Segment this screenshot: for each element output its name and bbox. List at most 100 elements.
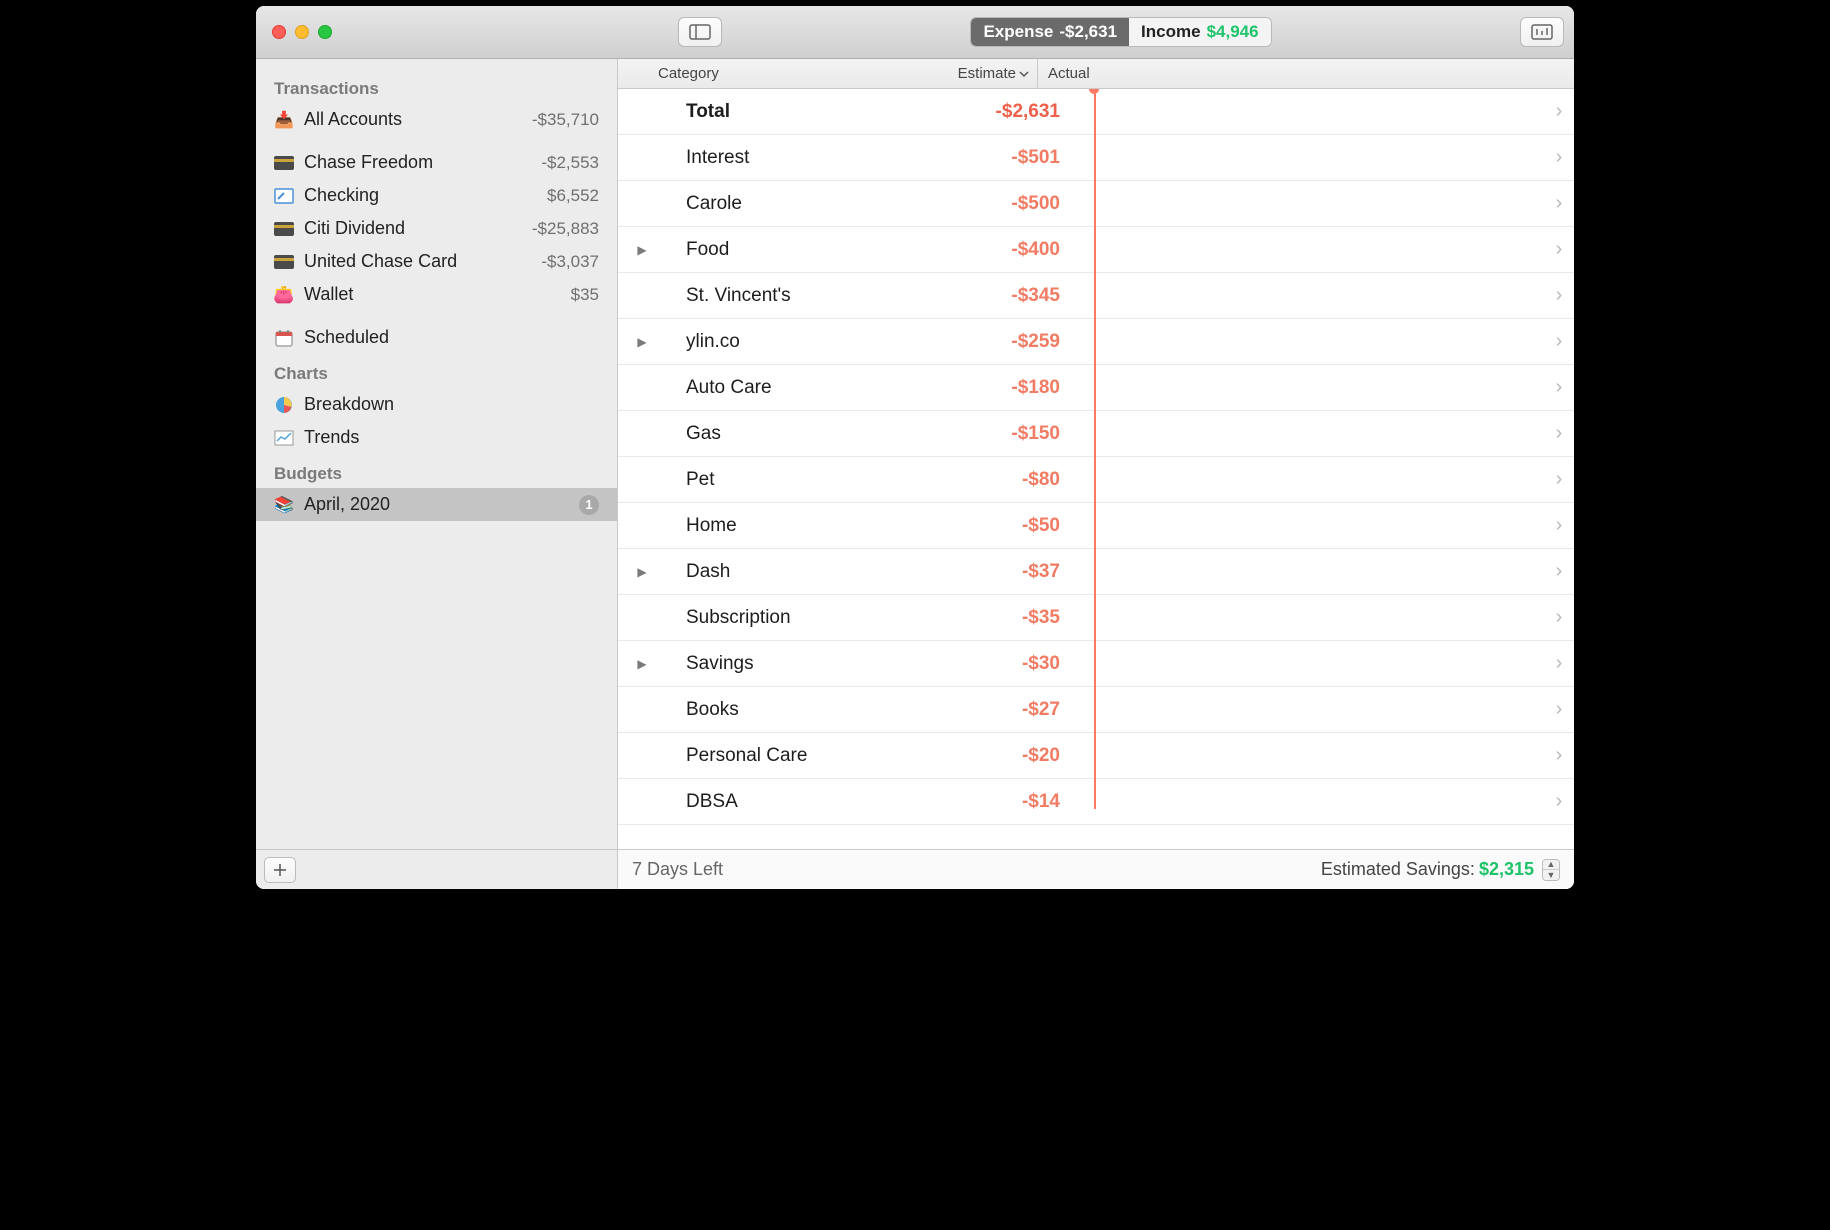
sidebar-item-label: Checking <box>304 185 537 206</box>
sidebar-item-breakdown[interactable]: Breakdown <box>256 388 617 421</box>
chevron-right-icon[interactable]: › <box>1544 514 1574 537</box>
disclosure-cell[interactable]: ▶ <box>628 243 656 257</box>
disclosure-cell[interactable]: ▶ <box>628 335 656 349</box>
estimate-value: -$259 <box>956 331 1066 353</box>
zoom-icon[interactable] <box>318 25 332 39</box>
budget-row-dbsa[interactable]: DBSA-$14› <box>618 779 1574 825</box>
header-category[interactable]: Category <box>658 65 719 82</box>
budget-row-carole[interactable]: Carole-$500› <box>618 181 1574 227</box>
sidebar-item-label: Citi Dividend <box>304 218 522 239</box>
sidebar-item-label: April, 2020 <box>304 494 569 515</box>
sidebar-item-amount: -$3,037 <box>541 252 599 272</box>
budget-row-books[interactable]: Books-$27› <box>618 687 1574 733</box>
category-label: Savings <box>656 653 956 675</box>
budget-row-dash[interactable]: ▶Dash-$37› <box>618 549 1574 595</box>
chevron-right-icon[interactable]: › <box>1544 606 1574 629</box>
chevron-right-icon[interactable]: › <box>1544 192 1574 215</box>
estimate-value: -$180 <box>956 377 1066 399</box>
sidebar-item-label: Trends <box>304 427 599 448</box>
budget-row-savings[interactable]: ▶Savings-$30› <box>618 641 1574 687</box>
budget-row-pet[interactable]: Pet-$80› <box>618 457 1574 503</box>
close-icon[interactable] <box>272 25 286 39</box>
category-label: Pet <box>656 469 956 491</box>
chevron-right-icon[interactable]: › <box>1544 422 1574 445</box>
budget-row-gas[interactable]: Gas-$150› <box>618 411 1574 457</box>
expense-segment[interactable]: Expense -$2,631 <box>971 18 1129 46</box>
column-header: Category Estimate Actual <box>618 59 1574 89</box>
expense-income-toggle[interactable]: Expense -$2,631 Income $4,946 <box>970 17 1271 47</box>
stepper-up-icon[interactable]: ▲ <box>1543 860 1559 870</box>
sidebar-toggle-button[interactable] <box>678 17 722 47</box>
sidebar-item-united-chase-card[interactable]: United Chase Card-$3,037 <box>256 245 617 278</box>
category-label: Subscription <box>656 607 956 629</box>
category-label: Personal Care <box>656 745 956 767</box>
sidebar-item-chase-freedom[interactable]: Chase Freedom-$2,553 <box>256 146 617 179</box>
check-icon <box>274 187 294 205</box>
disclosure-cell[interactable]: ▶ <box>628 565 656 579</box>
category-label: Home <box>656 515 956 537</box>
chevron-right-icon[interactable]: › <box>1544 744 1574 767</box>
sidebar-group-title: Charts <box>256 354 617 388</box>
sidebar-item-checking[interactable]: Checking$6,552 <box>256 179 617 212</box>
disclosure-cell[interactable]: ▶ <box>628 657 656 671</box>
chevron-right-icon[interactable]: › <box>1544 790 1574 813</box>
sidebar-item-all-accounts[interactable]: 📥All Accounts-$35,710 <box>256 103 617 136</box>
sidebar-item-scheduled[interactable]: Scheduled <box>256 321 617 354</box>
window-controls <box>272 25 332 39</box>
chart-icon <box>274 429 294 447</box>
budget-row-interest[interactable]: Interest-$501› <box>618 135 1574 181</box>
budget-row-food[interactable]: ▶Food-$400› <box>618 227 1574 273</box>
header-actual[interactable]: Actual <box>1048 65 1090 82</box>
sidebar-item-label: Scheduled <box>304 327 599 348</box>
sidebar-item-trends[interactable]: Trends <box>256 421 617 454</box>
sidebar-item-label: Breakdown <box>304 394 599 415</box>
card-icon <box>274 154 294 172</box>
category-label: Food <box>656 239 956 261</box>
category-label: Interest <box>656 147 956 169</box>
toolbar: Expense -$2,631 Income $4,946 <box>256 6 1574 59</box>
budget-row-total[interactable]: Total-$2,631 › <box>618 89 1574 135</box>
📥-icon: 📥 <box>274 111 294 129</box>
chevron-right-icon[interactable]: › <box>1544 560 1574 583</box>
add-button[interactable] <box>264 857 296 883</box>
sidebar-item-april-2020[interactable]: 📚April, 20201 <box>256 488 617 521</box>
chevron-right-icon[interactable]: › <box>1544 100 1574 123</box>
sidebar-footer <box>256 849 617 889</box>
category-label: St. Vincent's <box>656 285 956 307</box>
chevron-right-icon[interactable]: › <box>1544 238 1574 261</box>
minimize-icon[interactable] <box>295 25 309 39</box>
budget-row-auto-care[interactable]: Auto Care-$180 › <box>618 365 1574 411</box>
expense-value: -$2,631 <box>1059 22 1117 42</box>
sidebar-item-wallet[interactable]: 👛Wallet$35 <box>256 278 617 311</box>
plus-icon <box>273 863 287 877</box>
chevron-right-icon[interactable]: › <box>1544 376 1574 399</box>
estimate-value: -$2,631 <box>956 101 1066 123</box>
columns-icon <box>1531 24 1553 40</box>
chevron-right-icon[interactable]: › <box>1544 284 1574 307</box>
chevron-right-icon[interactable]: › <box>1544 146 1574 169</box>
budget-row-home[interactable]: Home-$50› <box>618 503 1574 549</box>
header-estimate[interactable]: Estimate <box>958 65 1029 82</box>
sidebar-item-citi-dividend[interactable]: Citi Dividend-$25,883 <box>256 212 617 245</box>
category-label: Total <box>656 101 956 123</box>
stepper-down-icon[interactable]: ▼ <box>1543 870 1559 880</box>
budget-row-ylin-co[interactable]: ▶ylin.co-$259› <box>618 319 1574 365</box>
budget-row-subscription[interactable]: Subscription-$35› <box>618 595 1574 641</box>
budget-row-personal-care[interactable]: Personal Care-$20› <box>618 733 1574 779</box>
sidebar-item-amount: -$35,710 <box>532 110 599 130</box>
chevron-right-icon[interactable]: › <box>1544 468 1574 491</box>
budget-row-st-vincent-s[interactable]: St. Vincent's-$345› <box>618 273 1574 319</box>
calendar-icon <box>274 329 294 347</box>
savings-stepper[interactable]: ▲ ▼ <box>1542 859 1560 881</box>
chart-toggle-button[interactable] <box>1520 17 1564 47</box>
income-label: Income <box>1141 22 1201 42</box>
estimate-value: -$27 <box>956 699 1066 721</box>
estimate-value: -$150 <box>956 423 1066 445</box>
sidebar-item-label: Chase Freedom <box>304 152 531 173</box>
category-label: Auto Care <box>656 377 956 399</box>
income-segment[interactable]: Income $4,946 <box>1129 18 1271 46</box>
chevron-right-icon[interactable]: › <box>1544 330 1574 353</box>
chevron-right-icon[interactable]: › <box>1544 652 1574 675</box>
budget-rows: Total-$2,631›Interest-$501›Carole-$500›▶… <box>618 89 1574 849</box>
chevron-right-icon[interactable]: › <box>1544 698 1574 721</box>
